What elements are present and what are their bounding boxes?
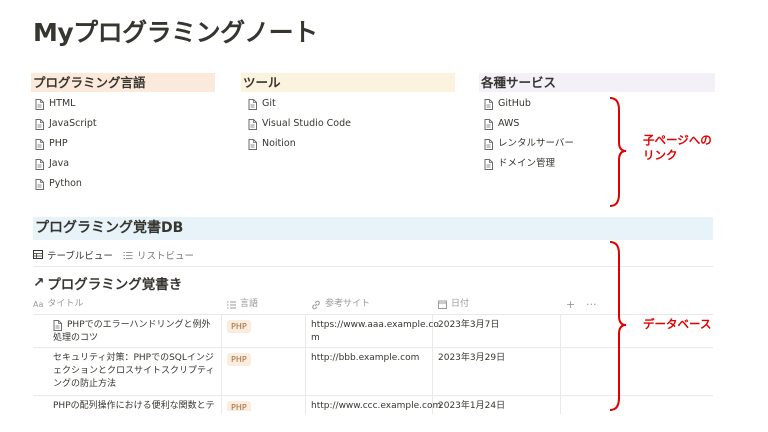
row-title-line: PHPでのエラーハンドリングと例外 bbox=[67, 320, 211, 330]
page-link-rental-server[interactable]: レンタルサーバー bbox=[484, 134, 574, 154]
column-header-label: 参考サイト bbox=[325, 299, 371, 309]
language-tag: PHP bbox=[227, 353, 251, 366]
page-icon bbox=[484, 98, 493, 110]
row-title-line: PHPの配列操作における便利な関数とテ bbox=[53, 401, 215, 411]
page-link-label: Visual Studio Code bbox=[262, 118, 351, 129]
page-icon bbox=[484, 158, 493, 170]
database-title-text: プログラミング覚書き bbox=[47, 277, 183, 293]
tab-label: リストビュー bbox=[136, 251, 194, 262]
page-link-label: Java bbox=[49, 158, 70, 169]
column-heading-languages: プログラミング言語 bbox=[31, 73, 215, 92]
page-icon bbox=[35, 118, 44, 130]
row-site-line[interactable]: http://www.ccc.example.com bbox=[311, 400, 441, 411]
page-link-python[interactable]: Python bbox=[35, 174, 97, 194]
row-title-line: ェクションとクロスサイトスクリプティ bbox=[53, 366, 215, 376]
more-options-button[interactable]: ··· bbox=[586, 296, 597, 313]
page-link-label: AWS bbox=[498, 118, 520, 129]
page-link-html[interactable]: HTML bbox=[35, 94, 97, 114]
page-link-github[interactable]: GitHub bbox=[484, 94, 574, 114]
page-link-vscode[interactable]: Visual Studio Code bbox=[248, 114, 351, 134]
page-link-java[interactable]: Java bbox=[35, 154, 97, 174]
page-icon bbox=[35, 158, 44, 170]
row-title-line: 処理のコツ bbox=[53, 333, 99, 343]
arrow-up-right-icon: ↗ bbox=[33, 275, 45, 291]
row-site-line[interactable]: m bbox=[311, 332, 320, 345]
ellipsis-icon: ··· bbox=[586, 298, 597, 311]
page-link-label: ドメイン管理 bbox=[498, 158, 556, 169]
page-icon bbox=[248, 138, 257, 150]
column-heading-tools: ツール bbox=[241, 73, 455, 92]
annotation-database: データベース bbox=[643, 317, 712, 331]
add-property-button[interactable]: + bbox=[566, 296, 575, 313]
page-link-noition[interactable]: Noition bbox=[248, 134, 351, 154]
plus-icon: + bbox=[566, 298, 576, 311]
column-header-language[interactable]: 言語 bbox=[227, 296, 258, 313]
language-links: HTML JavaScript PHP Java Python bbox=[35, 94, 97, 194]
tab-table-view[interactable]: テーブルビュー bbox=[33, 248, 113, 267]
row-date: 2023年3月7日 bbox=[438, 320, 500, 330]
page-title: Myプログラミングノート bbox=[33, 18, 318, 47]
annotation-bracket-child-pages bbox=[609, 97, 627, 207]
page-icon bbox=[484, 118, 493, 130]
language-tag: PHP bbox=[227, 401, 251, 411]
database-section-title: プログラミング覚書DB bbox=[33, 217, 713, 240]
view-tabs: テーブルビュー リストビュー bbox=[33, 247, 194, 267]
column-heading-services: 各種サービス bbox=[479, 73, 715, 92]
page-icon bbox=[248, 98, 257, 110]
page-icon bbox=[35, 98, 44, 110]
link-icon bbox=[312, 300, 320, 309]
tab-list-view[interactable]: リストビュー bbox=[123, 248, 194, 266]
row-date: 2023年3月29日 bbox=[438, 353, 506, 363]
page-link-php[interactable]: PHP bbox=[35, 134, 97, 154]
database-title[interactable]: ↗ プログラミング覚書き bbox=[33, 273, 182, 293]
column-header-date[interactable]: 日付 bbox=[438, 296, 469, 313]
page-link-label: Noition bbox=[262, 138, 296, 149]
annotation-line: 子ページへの bbox=[643, 133, 712, 147]
multi-select-icon bbox=[227, 301, 236, 308]
page-link-aws[interactable]: AWS bbox=[484, 114, 574, 134]
annotation-line: リンク bbox=[643, 148, 678, 162]
language-tag: PHP bbox=[227, 320, 251, 333]
page-link-domain[interactable]: ドメイン管理 bbox=[484, 154, 574, 174]
row-site-line[interactable]: http://bbb.example.com bbox=[311, 352, 419, 365]
row-title-line: ングの防止方法 bbox=[53, 379, 117, 389]
page-link-label: レンタルサーバー bbox=[498, 138, 574, 149]
page-link-label: Git bbox=[262, 98, 276, 109]
page-link-label: HTML bbox=[49, 98, 76, 109]
page-icon bbox=[35, 178, 44, 190]
text-property-icon: Aa bbox=[33, 300, 44, 309]
page-link-label: Python bbox=[49, 178, 82, 189]
list-icon bbox=[123, 251, 133, 259]
column-header-label: 日付 bbox=[451, 299, 470, 309]
column-header-title[interactable]: Aa タイトル bbox=[33, 296, 83, 313]
page-icon bbox=[248, 118, 257, 130]
row-title-line: セキュリティ対策：PHPでのSQLインジ bbox=[53, 353, 214, 363]
table-icon bbox=[33, 250, 43, 259]
page-link-label: GitHub bbox=[498, 98, 531, 109]
column-header-label: タイトル bbox=[47, 299, 84, 309]
page-link-label: JavaScript bbox=[49, 118, 97, 129]
annotation-bracket-database bbox=[609, 241, 627, 411]
column-header-site[interactable]: 参考サイト bbox=[311, 296, 370, 313]
page-icon bbox=[53, 320, 62, 331]
page-link-label: PHP bbox=[49, 138, 68, 149]
column-header-label: 言語 bbox=[240, 299, 259, 309]
page-link-javascript[interactable]: JavaScript bbox=[35, 114, 97, 134]
row-date: 2023年1月24日 bbox=[438, 401, 506, 411]
tool-links: Git Visual Studio Code Noition bbox=[248, 94, 351, 154]
annotation-child-pages: 子ページへの リンク bbox=[643, 133, 712, 163]
page-icon bbox=[35, 138, 44, 150]
tab-label: テーブルビュー bbox=[47, 250, 113, 262]
page-icon bbox=[484, 138, 493, 150]
page-link-git[interactable]: Git bbox=[248, 94, 351, 114]
row-site-line[interactable]: https://www.aaa.example.co bbox=[311, 319, 439, 332]
calendar-icon bbox=[438, 300, 447, 309]
service-links: GitHub AWS レンタルサーバー ドメイン管理 bbox=[484, 94, 574, 174]
